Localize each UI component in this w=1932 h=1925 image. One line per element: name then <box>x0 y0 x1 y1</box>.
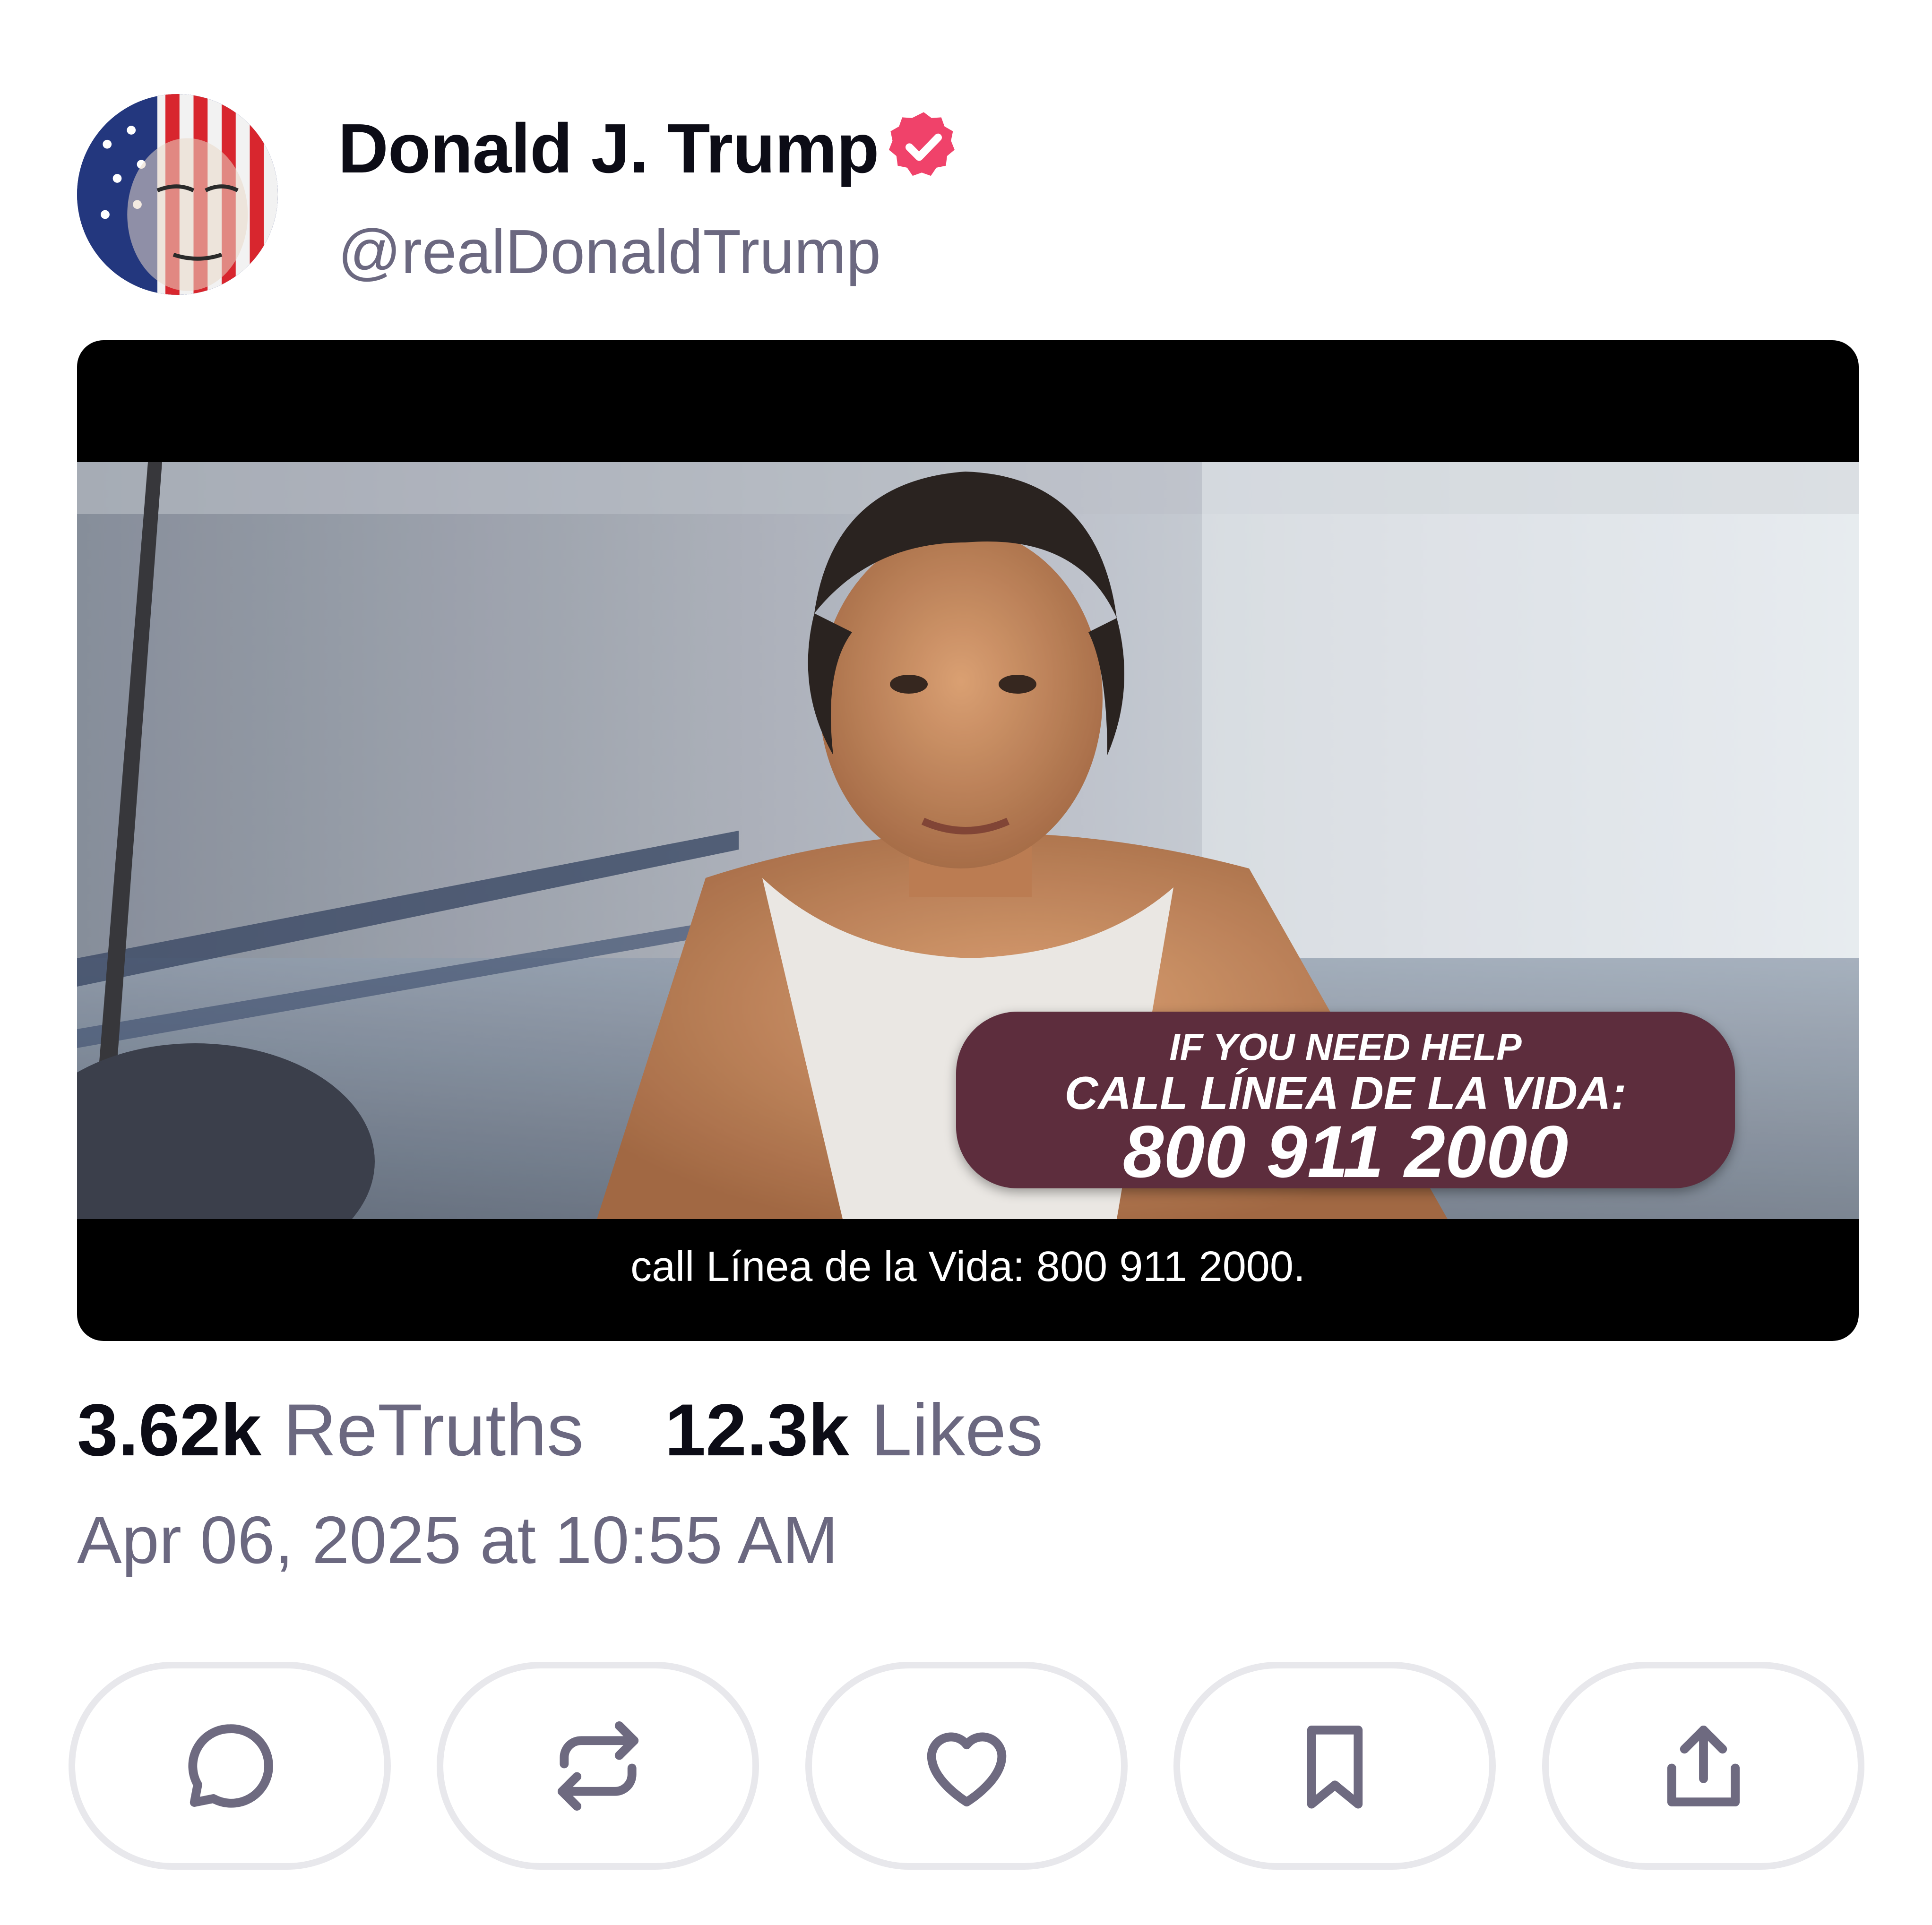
heart-icon <box>927 1732 1006 1806</box>
verified-badge-icon <box>885 107 963 185</box>
bookmark-icon <box>1307 1725 1363 1809</box>
author-handle[interactable]: @realDonaldTrump <box>338 216 881 287</box>
retruth-icon <box>557 1721 638 1811</box>
retruths-count: 3.62k <box>77 1389 262 1471</box>
share-icon <box>1667 1725 1740 1806</box>
action-bar <box>69 1662 1864 1870</box>
helpline-number: 800 911 2000 <box>1122 1111 1569 1193</box>
bookmark-button[interactable] <box>1173 1662 1496 1870</box>
post-timestamp: Apr 06, 2025 at 10:55 AM <box>77 1503 838 1578</box>
likes-count: 12.3k <box>664 1389 849 1471</box>
like-button[interactable] <box>805 1662 1128 1870</box>
reply-button[interactable] <box>69 1662 391 1870</box>
retruths-stat[interactable]: 3.62k ReTruths <box>77 1389 604 1471</box>
likes-label: Likes <box>871 1389 1044 1471</box>
author-name[interactable]: Donald J. Trump <box>338 109 879 189</box>
video-caption: call Línea de la Vida: 800 911 2000. <box>630 1243 1305 1290</box>
helpline-overlay: IF YOU NEED HELP CALL LÍNEA DE LA VIDA: … <box>956 1012 1735 1193</box>
likes-stat[interactable]: 12.3k Likes <box>664 1389 1043 1471</box>
share-button[interactable] <box>1542 1662 1864 1870</box>
retruths-label: ReTruths <box>283 1389 584 1471</box>
avatar[interactable] <box>77 94 278 295</box>
video-player[interactable]: IF YOU NEED HELP CALL LÍNEA DE LA VIDA: … <box>77 340 1859 1341</box>
helpline-heading: IF YOU NEED HELP <box>1169 1026 1522 1068</box>
reply-icon <box>188 1724 273 1808</box>
retruth-button[interactable] <box>437 1662 759 1870</box>
post-stats: 3.62k ReTruths 12.3k Likes <box>77 1390 1043 1470</box>
